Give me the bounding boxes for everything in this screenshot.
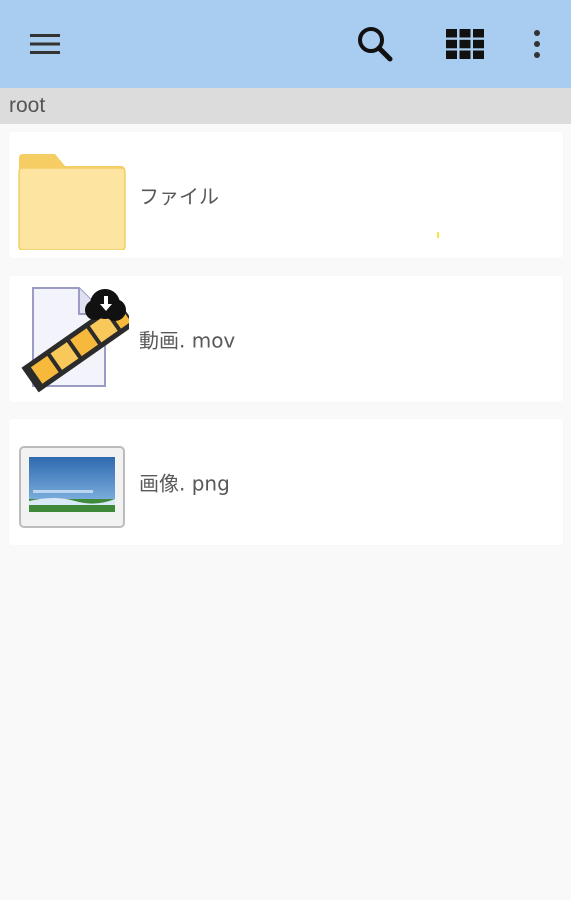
file-name: ファイル bbox=[139, 184, 219, 209]
app-bar bbox=[0, 0, 571, 88]
file-list-item[interactable]: ファイル bbox=[9, 132, 563, 258]
more-vert-icon bbox=[534, 30, 540, 58]
search-button[interactable] bbox=[345, 14, 405, 74]
hamburger-menu-icon bbox=[30, 34, 60, 54]
breadcrumb: root bbox=[0, 88, 571, 124]
breadcrumb-root[interactable]: root bbox=[9, 94, 45, 118]
grid-view-icon bbox=[446, 29, 484, 59]
file-name: 画像. png bbox=[139, 471, 230, 496]
more-options-button[interactable] bbox=[507, 14, 567, 74]
file-name: 動画. mov bbox=[139, 328, 236, 353]
video-file-download-icon bbox=[21, 287, 129, 393]
folder-icon bbox=[18, 154, 126, 250]
grid-view-button[interactable] bbox=[435, 14, 495, 74]
file-list-item[interactable]: 動画. mov bbox=[9, 276, 563, 402]
speck bbox=[437, 232, 439, 238]
menu-button[interactable] bbox=[15, 14, 75, 74]
image-file-icon bbox=[19, 446, 125, 528]
search-icon bbox=[358, 27, 393, 62]
file-list-item[interactable]: 画像. png bbox=[9, 419, 563, 545]
